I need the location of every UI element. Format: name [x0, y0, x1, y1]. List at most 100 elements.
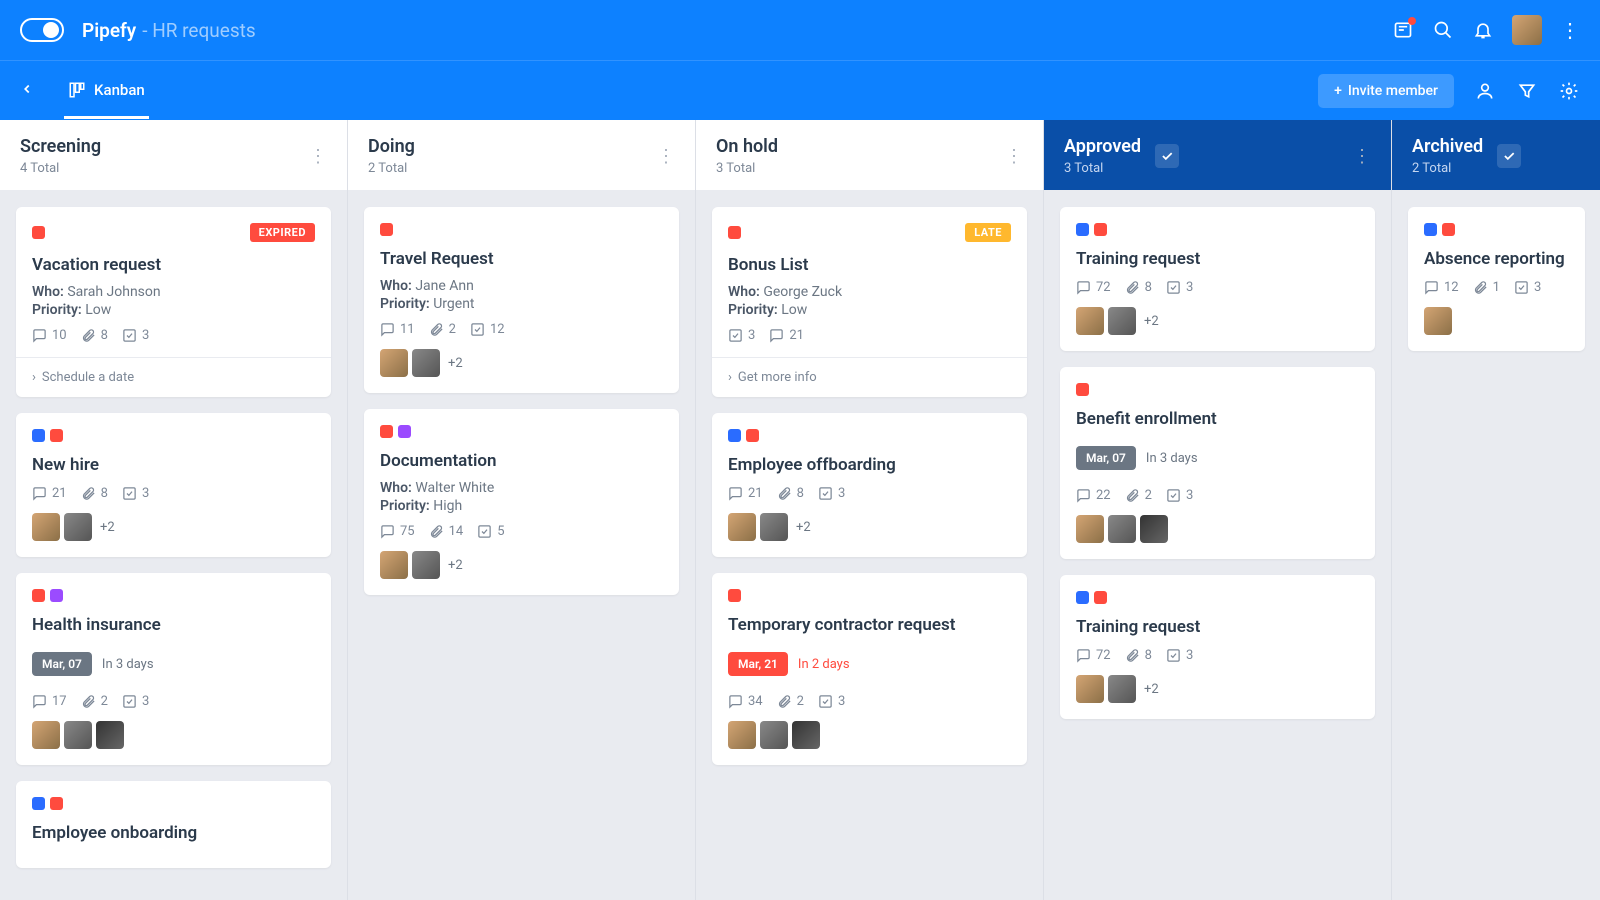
avatar[interactable]	[760, 513, 788, 541]
meta-attachments: 8	[1125, 648, 1152, 663]
bell-icon[interactable]	[1472, 19, 1494, 41]
gear-icon[interactable]	[1558, 80, 1580, 102]
card-meta: 3423	[728, 694, 1011, 709]
filter-icon[interactable]	[1516, 80, 1538, 102]
avatar[interactable]	[32, 721, 60, 749]
column-title: Screening	[20, 136, 101, 157]
avatar[interactable]	[380, 551, 408, 579]
avatar[interactable]	[1140, 515, 1168, 543]
user-icon[interactable]	[1474, 80, 1496, 102]
due-text: In 3 days	[1146, 451, 1198, 466]
assignees	[1424, 307, 1569, 335]
avatar[interactable]	[412, 349, 440, 377]
card[interactable]: Training request7283+2	[1060, 207, 1375, 351]
avatar[interactable]	[32, 513, 60, 541]
more-assignees[interactable]: +2	[796, 520, 811, 535]
card-title: Employee onboarding	[32, 822, 315, 844]
avatar[interactable]	[64, 513, 92, 541]
plus-icon: +	[1334, 83, 1342, 99]
card-title: Temporary contractor request	[728, 614, 1011, 636]
card-labels	[1424, 223, 1569, 236]
assignees: +2	[380, 551, 663, 579]
column-count: 2 Total	[368, 161, 415, 176]
column-header: Archived2 Total	[1392, 120, 1600, 191]
avatar[interactable]	[1108, 307, 1136, 335]
date-chip: Mar, 07	[1076, 446, 1136, 470]
card-meta: 1213	[1424, 280, 1569, 295]
column-menu-icon[interactable]: ⋮	[1353, 146, 1371, 167]
card-field-priority: Priority: Urgent	[380, 296, 663, 312]
card[interactable]: LATEBonus ListWho: George ZuckPriority: …	[712, 207, 1027, 397]
more-menu-icon[interactable]: ⋮	[1560, 18, 1580, 42]
chevron-right-icon: ›	[32, 370, 36, 385]
back-button[interactable]	[20, 82, 34, 100]
avatar[interactable]	[1108, 515, 1136, 543]
column-title: Doing	[368, 136, 415, 157]
check-icon	[1497, 144, 1521, 168]
avatar[interactable]	[96, 721, 124, 749]
card-title: New hire	[32, 454, 315, 476]
card[interactable]: Health insuranceMar, 07In 3 days1723	[16, 573, 331, 765]
card-labels	[380, 425, 663, 438]
avatar[interactable]	[792, 721, 820, 749]
avatar[interactable]	[1076, 675, 1104, 703]
column-menu-icon[interactable]: ⋮	[1005, 146, 1023, 167]
card[interactable]: DocumentationWho: Walter WhitePriority: …	[364, 409, 679, 595]
view-tab-kanban[interactable]: Kanban	[64, 63, 149, 119]
more-assignees[interactable]: +2	[1144, 682, 1159, 697]
card[interactable]: Training request7283+2	[1060, 575, 1375, 719]
more-assignees[interactable]: +2	[1144, 314, 1159, 329]
view-tab-label: Kanban	[94, 81, 145, 99]
avatar[interactable]	[728, 513, 756, 541]
meta-comments: 22	[1076, 488, 1111, 503]
avatar[interactable]	[1512, 15, 1542, 45]
avatar[interactable]	[1108, 675, 1136, 703]
column-on-hold: On hold3 Total⋮LATEBonus ListWho: George…	[696, 120, 1044, 900]
avatar[interactable]	[1424, 307, 1452, 335]
breadcrumb: - HR requests	[142, 19, 255, 42]
avatar[interactable]	[1076, 515, 1104, 543]
card[interactable]: Employee offboarding2183+2	[712, 413, 1027, 557]
meta-comments: 21	[728, 486, 763, 501]
meta-checklist: 3	[122, 486, 149, 501]
meta-attachments: 2	[81, 694, 108, 709]
card[interactable]: Absence reporting1213	[1408, 207, 1585, 351]
card[interactable]: Temporary contractor requestMar, 21In 2 …	[712, 573, 1027, 765]
avatar[interactable]	[1076, 307, 1104, 335]
notification-dot	[1408, 17, 1416, 25]
card-labels	[32, 797, 315, 810]
avatar[interactable]	[412, 551, 440, 579]
card-list: LATEBonus ListWho: George ZuckPriority: …	[696, 191, 1043, 900]
card-title: Health insurance	[32, 614, 315, 636]
label-purple	[50, 589, 63, 602]
invite-member-button[interactable]: + Invite member	[1318, 74, 1454, 108]
meta-attachments: 8	[81, 328, 108, 343]
card-list: Absence reporting1213	[1392, 191, 1600, 900]
assignees	[1076, 515, 1359, 543]
meta-checklist: 5	[477, 524, 504, 539]
logo-icon	[20, 18, 64, 42]
card[interactable]: Travel RequestWho: Jane AnnPriority: Urg…	[364, 207, 679, 393]
card-footer-action[interactable]: ›Get more info	[712, 357, 1027, 397]
column-count: 3 Total	[1064, 161, 1141, 176]
more-assignees[interactable]: +2	[448, 558, 463, 573]
meta-checklist: 3	[122, 328, 149, 343]
more-assignees[interactable]: +2	[448, 356, 463, 371]
column-menu-icon[interactable]: ⋮	[309, 146, 327, 167]
search-icon[interactable]	[1432, 19, 1454, 41]
column-menu-icon[interactable]: ⋮	[657, 146, 675, 167]
avatar[interactable]	[64, 721, 92, 749]
avatar[interactable]	[728, 721, 756, 749]
card-footer-action[interactable]: ›Schedule a date	[16, 357, 331, 397]
avatar[interactable]	[380, 349, 408, 377]
card[interactable]: Benefit enrollmentMar, 07In 3 days2223	[1060, 367, 1375, 559]
card[interactable]: EXPIREDVacation requestWho: Sarah Johnso…	[16, 207, 331, 397]
card-labels	[728, 429, 1011, 442]
more-assignees[interactable]: +2	[100, 520, 115, 535]
meta-attachments: 8	[1125, 280, 1152, 295]
inbox-icon[interactable]	[1392, 19, 1414, 41]
avatar[interactable]	[760, 721, 788, 749]
card[interactable]: New hire2183+2	[16, 413, 331, 557]
card-labels	[32, 589, 315, 602]
card[interactable]: Employee onboarding	[16, 781, 331, 868]
